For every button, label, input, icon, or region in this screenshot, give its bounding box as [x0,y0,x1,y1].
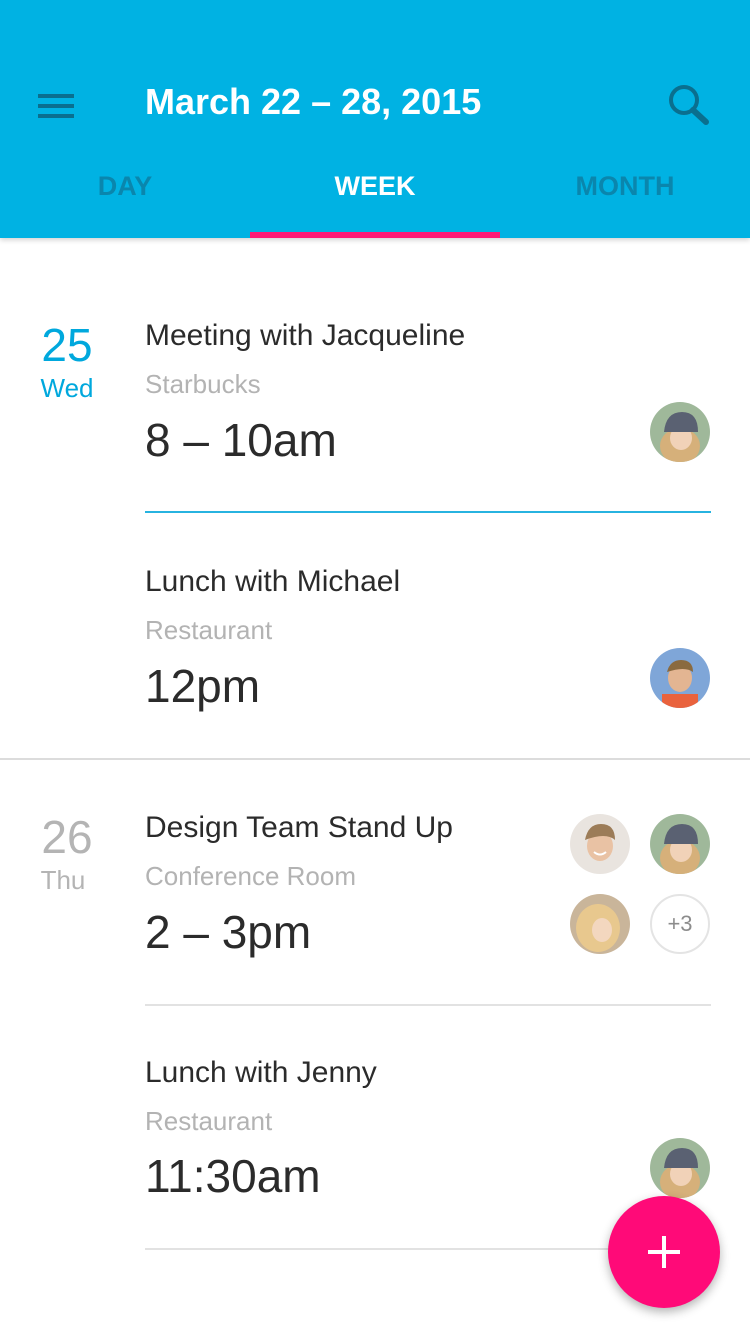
tab-week-label: WEEK [334,171,416,201]
day-number: 26 [41,811,93,863]
event-divider [145,1004,711,1006]
search-icon[interactable] [662,80,716,130]
add-event-button[interactable] [608,1196,720,1308]
event-time: 11:30am [145,1150,321,1202]
event-location: Starbucks [145,369,261,399]
avatar-woman-beanie[interactable] [650,814,710,874]
event-divider [145,511,711,513]
avatar-woman-beanie[interactable] [650,402,710,462]
event-location: Restaurant [145,615,273,645]
menu-icon[interactable] [30,86,82,126]
avatar-woman-blonde[interactable] [570,894,630,954]
day-separator [0,758,750,760]
event-title: Design Team Stand Up [145,811,453,844]
event-title: Meeting with Jacqueline [145,319,466,352]
day-weekday: Wed [40,373,94,403]
event-title: Lunch with Jenny [145,1056,377,1089]
tab-bar: DAY WEEK MONTH [0,160,750,238]
more-attendees-badge[interactable]: +3 [650,894,710,954]
event-time: 8 – 10am [145,414,337,466]
tab-month[interactable]: MONTH [500,160,750,238]
avatar-man-blue[interactable] [650,648,710,708]
event-time: 12pm [145,660,261,712]
day-weekday: Thu [40,865,86,895]
event-location: Conference Room [145,861,356,891]
page-title: March 22 – 28, 2015 [145,81,482,122]
active-tab-indicator [250,232,500,238]
avatar-man-smiling[interactable] [570,814,630,874]
event-title: Lunch with Michael [145,565,401,598]
day-number: 25 [41,319,93,371]
event-time: 2 – 3pm [145,906,312,958]
avatar-woman-beanie[interactable] [650,1138,710,1198]
event-location: Restaurant [145,1106,273,1136]
tab-day[interactable]: DAY [0,160,250,238]
tab-week[interactable]: WEEK [250,160,500,238]
app-bar: March 22 – 28, 2015 DAY WEEK MONTH [0,0,750,238]
agenda-list: 25 Wed Meeting with Jacqueline Starbucks… [0,238,750,1334]
